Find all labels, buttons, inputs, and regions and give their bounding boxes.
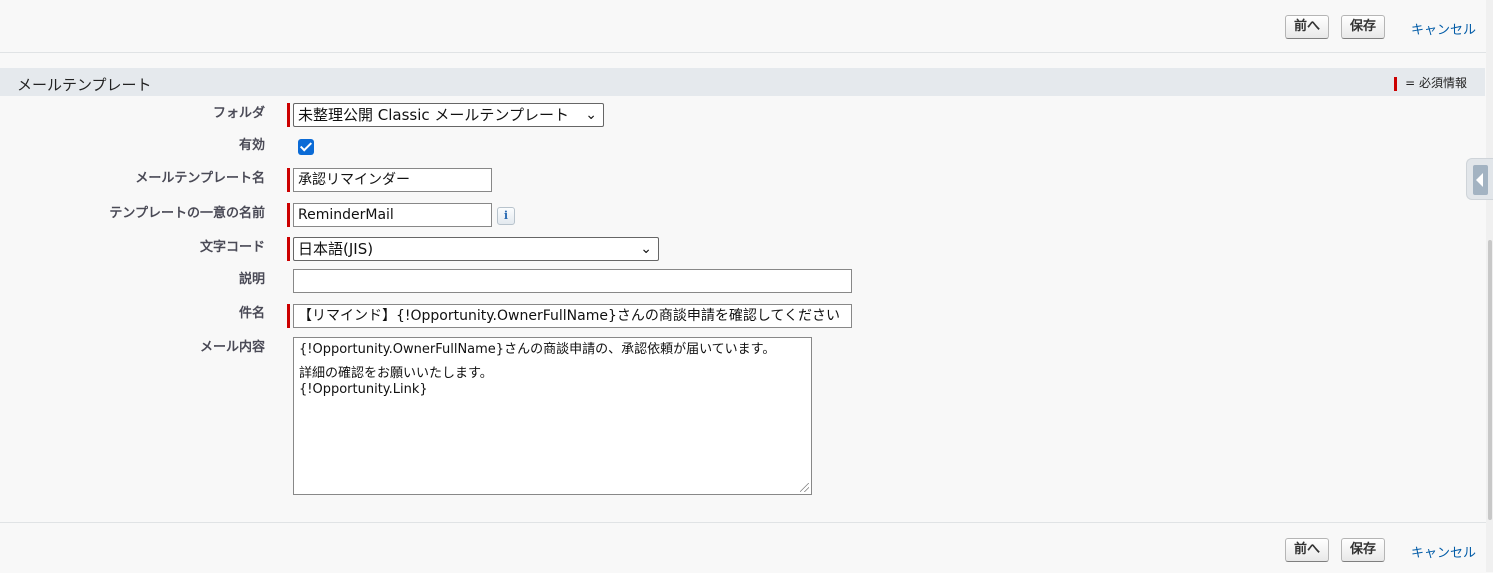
body-textarea[interactable]: {!Opportunity.OwnerFullName}さんの商談申請の、承認依… [293, 337, 812, 495]
subject-input[interactable]: 【リマインド】{!Opportunity.OwnerFullName}さんの商談… [293, 304, 852, 328]
required-marker [1394, 76, 1398, 91]
folder-label: フォルダ [212, 106, 265, 121]
encoding-select-value: 日本語(JIS) [298, 240, 374, 258]
cancel-link-bottom[interactable]: キャンセル [1411, 542, 1476, 561]
required-marker [287, 203, 290, 227]
subject-label: 件名 [238, 306, 265, 321]
body-line: 詳細の確認をお願いいたします。 [299, 366, 493, 381]
body-line [299, 358, 806, 366]
folder-select[interactable]: 未整理公開 Classic メールテンプレート ⌄ [293, 103, 604, 127]
info-icon[interactable]: i [497, 207, 515, 225]
top-button-bar: 前へ 保存 キャンセル [0, 0, 1493, 53]
body-line: {!Opportunity.OwnerFullName}さんの商談申請の、承認依… [299, 342, 776, 357]
chevron-down-icon: ⌄ [640, 241, 652, 257]
resize-handle[interactable] [800, 483, 809, 492]
encoding-label: 文字コード [199, 240, 265, 255]
section-title: メールテンプレート [17, 76, 152, 94]
prev-button-top[interactable]: 前へ [1285, 15, 1330, 39]
required-marker [287, 103, 290, 127]
save-button-bottom[interactable]: 保存 [1341, 538, 1386, 562]
unique-name-label: テンプレートの一意の名前 [109, 206, 265, 221]
sidebar-toggle-handle [1473, 165, 1488, 195]
active-checkbox[interactable] [298, 139, 314, 155]
section-header: メールテンプレート = 必須情報 [0, 68, 1485, 96]
chevron-left-icon [1476, 173, 1483, 187]
active-label: 有効 [238, 138, 265, 153]
description-label: 説明 [238, 272, 265, 287]
description-input[interactable] [293, 269, 852, 293]
required-marker [287, 304, 290, 328]
required-marker [287, 168, 290, 192]
required-legend-text: = 必須情報 [1405, 76, 1467, 90]
body-label: メール内容 [199, 340, 265, 355]
unique-name-input[interactable]: ReminderMail [293, 203, 492, 227]
required-legend: = 必須情報 [1394, 74, 1467, 91]
chevron-down-icon: ⌄ [585, 107, 597, 123]
prev-button-bottom[interactable]: 前へ [1285, 538, 1330, 562]
template-name-label: メールテンプレート名 [135, 171, 265, 186]
required-marker [287, 237, 290, 261]
scrollbar-thumb[interactable] [1488, 240, 1492, 520]
template-name-input[interactable]: 承認リマインダー [293, 168, 492, 192]
folder-select-value: 未整理公開 Classic メールテンプレート [298, 106, 569, 124]
sidebar-toggle[interactable] [1466, 158, 1493, 200]
body-line: {!Opportunity.Link} [299, 382, 428, 397]
cancel-link-top[interactable]: キャンセル [1411, 19, 1476, 38]
save-button-top[interactable]: 保存 [1341, 15, 1386, 39]
encoding-select[interactable]: 日本語(JIS) ⌄ [293, 237, 659, 261]
bottom-button-bar: 前へ 保存 キャンセル [0, 522, 1493, 573]
